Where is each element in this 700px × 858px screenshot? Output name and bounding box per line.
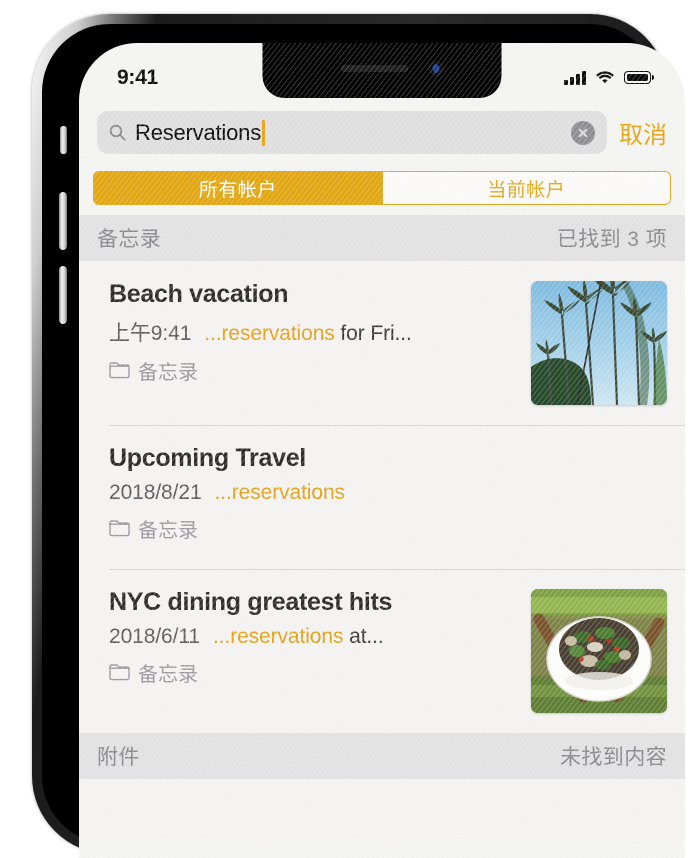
note-date: 2018/6/11 [109, 625, 200, 649]
phone-screen: 9:41 Reservations 取消 所有帐户 当前帐户 备忘录 已找到 3… [79, 43, 685, 858]
status-indicators [564, 70, 655, 85]
volume-up-button[interactable] [59, 192, 67, 250]
account-scope-segmented-control[interactable]: 所有帐户 当前帐户 [93, 171, 671, 205]
search-results: 备忘录 已找到 3 项 Beach vacation 上午9:41 ...rese… [79, 215, 685, 858]
search-input[interactable]: Reservations [97, 111, 607, 154]
note-content: Beach vacation 上午9:41 ...reservations for… [109, 279, 531, 385]
signal-bars-icon [564, 70, 586, 85]
note-content: NYC dining greatest hits 2018/6/11 ...res… [109, 587, 531, 687]
volume-down-button[interactable] [59, 266, 67, 324]
segment-all-accounts[interactable]: 所有帐户 [94, 172, 382, 204]
section-header-attachments: 附件 未找到内容 [79, 733, 685, 779]
note-thumbnail-palm-trees[interactable] [531, 281, 667, 405]
note-snippet: 2018/6/11 ...reservations at... [109, 625, 517, 649]
status-time: 9:41 [117, 65, 158, 89]
search-icon [109, 124, 126, 141]
status-bar: 9:41 [79, 43, 685, 98]
snippet-highlight: reservations [230, 625, 344, 649]
silent-switch[interactable] [60, 126, 67, 154]
note-date: 上午9:41 [109, 322, 192, 346]
search-text-wrap: Reservations [135, 119, 562, 146]
note-snippet: 2018/8/21 ...reservations [109, 481, 653, 505]
folder-icon [109, 664, 130, 681]
search-bar: Reservations 取消 [79, 111, 685, 154]
section-title-notes: 备忘录 [97, 228, 162, 251]
note-content: Upcoming Travel 2018/8/21 ...reservations… [109, 443, 667, 543]
snippet-suffix: at... [343, 625, 384, 649]
note-folder: 备忘录 [109, 514, 653, 543]
note-row[interactable]: Beach vacation 上午9:41 ...reservations for… [79, 261, 685, 425]
folder-icon [109, 362, 130, 379]
search-value: Reservations [135, 119, 261, 145]
note-folder-label: 备忘录 [138, 664, 198, 687]
snippet-prefix: ... [212, 625, 231, 649]
snippet-highlight: reservations [231, 481, 345, 505]
snippet-highlight: reservations [221, 322, 335, 346]
snippet-suffix: for Fri... [334, 322, 412, 346]
wifi-icon [596, 71, 614, 84]
note-date: 2018/8/21 [109, 481, 202, 505]
note-row[interactable]: NYC dining greatest hits 2018/6/11 ...res… [79, 569, 685, 733]
notes-result-list: Beach vacation 上午9:41 ...reservations for… [79, 261, 685, 733]
clear-search-button[interactable] [571, 120, 595, 145]
section-status-notes: 已找到 3 项 [556, 228, 667, 251]
section-title-attachments: 附件 [97, 746, 140, 769]
cancel-button[interactable]: 取消 [617, 115, 667, 150]
folder-icon [109, 520, 130, 537]
snippet-prefix: ... [214, 481, 232, 505]
note-row[interactable]: Upcoming Travel 2018/8/21 ...reservations… [79, 425, 685, 569]
section-status-attachments: 未找到内容 [560, 746, 667, 769]
note-folder-label: 备忘录 [138, 520, 198, 543]
segment-current-account[interactable]: 当前帐户 [381, 172, 671, 204]
section-header-notes: 备忘录 已找到 3 项 [79, 215, 685, 261]
snippet-prefix: ... [204, 322, 222, 346]
battery-icon [624, 71, 655, 84]
attachments-empty-area [79, 779, 685, 839]
note-folder: 备忘录 [109, 658, 517, 687]
note-folder: 备忘录 [109, 356, 517, 385]
text-cursor [262, 119, 265, 146]
note-thumbnail-salad-bowl[interactable] [531, 589, 667, 713]
note-title: Upcoming Travel [109, 444, 306, 472]
note-snippet: 上午9:41 ...reservations for Fri... [109, 317, 517, 347]
phone-frame: 9:41 Reservations 取消 所有帐户 当前帐户 备忘录 已找到 3… [32, 14, 685, 858]
note-title: NYC dining greatest hits [109, 588, 393, 616]
note-folder-label: 备忘录 [138, 362, 198, 385]
note-title: Beach vacation [109, 280, 289, 308]
